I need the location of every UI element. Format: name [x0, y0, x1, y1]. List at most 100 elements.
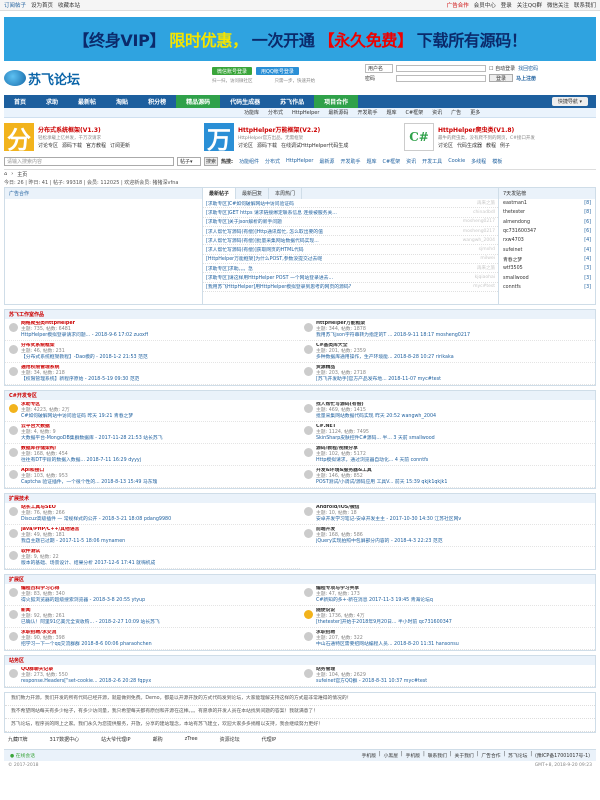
promo-link[interactable]: 源码下载	[257, 142, 277, 149]
forum-item[interactable]: 编程百科学习心得 主题: 83, 帖数: 340 得火狐浏览器的超级搜索浏览器 - …	[5, 584, 300, 606]
bottom-link[interactable]: 广告合作	[481, 752, 500, 759]
account-select[interactable]: 用户名	[365, 63, 393, 73]
section-title[interactable]: 扩展区	[5, 575, 595, 584]
forum-item[interactable]: 站长工具与SEO 主题: 76, 帖数: 266 Discuz高级插件 — 常规样式…	[5, 503, 300, 525]
promo-link[interactable]: 订阅更新	[110, 142, 130, 149]
forum-item[interactable]: 数据库存储架构/主题: 168, 帖数: 454 往往有DT字段的数据入数据...…	[5, 444, 300, 466]
forum-item[interactable]: HttpHelper万能框架 主题: 344, 帖数: 1878 我用苏飞json字…	[300, 319, 595, 341]
forgot-password-link[interactable]: 找回密码	[518, 65, 538, 72]
top-user-name[interactable]: qc731600347	[503, 229, 536, 234]
promo-link[interactable]: 讨论区	[438, 142, 453, 149]
auto-login-checkbox[interactable]: ☐ 自动登录	[489, 65, 515, 72]
forum-last-post[interactable]: jQuery实现拍照中包屏部分内容的 - 2018-4-3 22:23 范范	[316, 539, 443, 544]
promo-icon-1[interactable]: 万	[204, 123, 234, 154]
promo-icon-0[interactable]: 分	[4, 123, 34, 154]
post-author[interactable]: milwei	[451, 256, 495, 261]
top-user-name[interactable]: rxw4703	[503, 238, 524, 243]
forum-last-post[interactable]: 安卓开发学习笔记-安卓开发主主 - 2017-10-30 14:30 江苏社区网…	[316, 517, 461, 522]
site-logo[interactable]: 苏飞论坛	[4, 69, 80, 88]
top-user-name[interactable]: smallwood	[503, 276, 529, 281]
forum-item[interactable]: 通用权限管理系统 主题: 34, 帖数: 218 【权限管理系统】新程序原始 - 2…	[5, 363, 300, 385]
nav-item-5[interactable]: 精品源码	[176, 95, 221, 108]
top-link-0[interactable]: 订阅帖子	[4, 1, 26, 9]
bottom-link[interactable]: 关于我们	[455, 752, 474, 759]
forum-item[interactable]: 找人帮忙写源码(有偿) 主题: 469, 帖数: 1415 批量采集网站数据代码实现…	[300, 400, 595, 422]
section-title[interactable]: 苏飞工作室作品	[5, 310, 595, 319]
top-user-name[interactable]: 青春之梦	[503, 256, 522, 263]
forum-item[interactable]: C#.NET 主题: 1124, 帖数: 7495 SkinSharp皮肤控件C#源…	[300, 422, 595, 444]
friend-link[interactable]: 代理IP	[262, 736, 277, 743]
post-author[interactable]: mosheng0217	[451, 229, 495, 234]
promo-link[interactable]: 讨论区	[238, 142, 253, 149]
top-right-link-2[interactable]: 关注QQ群	[517, 1, 542, 9]
new-post-row[interactable]: [求人帮忙写源码(有偿)]批量采集网站数据代码实现... wangwh_2004	[203, 236, 498, 246]
top-user-name[interactable]: sufeinet	[503, 248, 522, 253]
bottom-link[interactable]: 手机版	[362, 752, 376, 759]
forum-last-post[interactable]: sufeinet官方QQ群 - 2018-8-31 10:37 myc#test	[316, 679, 427, 684]
top-user-name[interactable]: wtf3505	[503, 266, 523, 271]
new-post-row[interactable]: [HttpHelper万能框架]为什么POST,参数没提交过去呢 milwei	[203, 255, 498, 265]
new-post-row[interactable]: [求助专区]请这样用HttpHelper POST 一个网站登录进去... kjq…	[203, 273, 498, 283]
forum-item[interactable]: 开发&环境&服务器&工具 主题: 146, 帖数: 852 POST测试/小调试/源…	[300, 466, 595, 488]
forum-item[interactable]: QQ群聊天记录 主题: 273, 帖数: 550 response.Headers[…	[5, 665, 300, 687]
home-icon[interactable]: ⌂	[4, 171, 7, 177]
username-field[interactable]	[396, 64, 486, 72]
post-author[interactable]: myc#test	[451, 284, 495, 289]
promo-link[interactable]: 源码下载	[62, 142, 82, 149]
hot-search-6[interactable]: C#框架	[382, 158, 400, 165]
post-title[interactable]: [求助专区]C#如何破解网站中访问验证码	[206, 200, 451, 207]
hot-search-3[interactable]: 最新源	[319, 158, 334, 165]
forum-last-post[interactable]: 版本的基础、场景设计、结果分析 2017-12-6 17:41 就嗨机成	[21, 561, 155, 566]
top-link-2[interactable]: 收藏本站	[58, 1, 80, 9]
nav-item-6[interactable]: 代码生成器	[220, 97, 270, 106]
forum-last-post[interactable]: HttpHelper模拟登录请求问题... - 2018-9-6 17:02 z…	[21, 333, 148, 338]
bottom-link[interactable]: (豫ICP备17001017号-1)	[535, 752, 590, 759]
forum-last-post[interactable]: 招学习一下一个qq交流群群 2018-8-6 00:06 pharaohchen	[21, 642, 152, 647]
new-post-row[interactable]: [求助专区]GET https 请求链接绑定联系信息 连接被服务关... chin…	[203, 208, 498, 218]
friend-link[interactable]: 站大爷代理IP	[101, 736, 131, 743]
new-post-row[interactable]: [求助专区]求助。。。急 再来之旅	[203, 264, 498, 274]
promo-link[interactable]: 官方教程	[86, 142, 106, 149]
forum-last-post[interactable]: response.Headers["set-cookie... 2018-2-6…	[21, 679, 151, 684]
top-right-link-0[interactable]: 会员中心	[474, 1, 496, 9]
bottom-link[interactable]: 小黑屋	[384, 752, 398, 759]
forum-last-post[interactable]: Http模拟请求，通过浏览器自动化... 4 天前 conntfs	[316, 458, 428, 463]
new-post-row[interactable]: [我用苏飞HttpHelper]用HttpHelper模拟登录到思考的网页的源码…	[203, 283, 498, 292]
qq-login-button[interactable]: 用QQ帐号登录	[256, 67, 299, 75]
friend-link[interactable]: 邮购	[153, 736, 163, 743]
hot-search-2[interactable]: HttpHelper	[286, 158, 313, 165]
friend-link[interactable]: zTree	[185, 736, 198, 742]
friend-link[interactable]: 资源论坛	[220, 736, 240, 743]
post-author[interactable]: wangwh_2004	[451, 238, 495, 243]
promo-link[interactable]: 例子	[500, 142, 510, 149]
forum-item[interactable]: 求助专区 主题: 4223, 帖数: 2万 C#如何破解网站中访问验证码 昨天 19…	[5, 400, 300, 422]
post-author[interactable]: chinadbdl	[451, 210, 495, 215]
forum-item[interactable]: C#基类库大全 主题: 201, 帖数: 2359 多种数据库通用操作，生产环境能.…	[300, 341, 595, 363]
top-user-name[interactable]: thetester	[503, 210, 525, 215]
promo-title-2[interactable]: HttpHelper爬虫类(V1.8)	[438, 125, 535, 134]
post-title[interactable]: [我用苏飞HttpHelper]用HttpHelper模拟登录到思考的网页的源码…	[206, 283, 451, 290]
forum-last-post[interactable]: 大数据平台-MongoDB集群数据库 - 2017-11-28 21:53 站长…	[21, 436, 163, 441]
promo-title-1[interactable]: HttpHelper万能框架(V2.2)	[238, 125, 348, 134]
post-title[interactable]: [求人帮忙写源码(有偿)]批量采集网站数据代码实现...	[206, 237, 451, 244]
hot-search-0[interactable]: 功能组件	[239, 158, 259, 165]
online-chat-button[interactable]: ● 在线会话	[10, 752, 35, 759]
promo-link[interactable]: 讨论专区	[38, 142, 58, 149]
post-title[interactable]: [求助专区]GET https 请求链接绑定联系信息 连接被服务关...	[206, 209, 451, 216]
search-type-select[interactable]: 帖子 ▾	[177, 157, 201, 166]
forum-item[interactable]: 网络爬虫类HttpHelper 主题: 735, 帖数: 6481 HttpHelp…	[5, 319, 300, 341]
forum-last-post[interactable]: POST测试/小调试/源码应用 工具V... 前天 15:39 qkjk1qkj…	[316, 480, 447, 485]
forum-last-post[interactable]: SkinSharp皮肤控件C#源码... 半... 3 天前 smallwood	[316, 436, 435, 441]
post-title[interactable]: [求助专区]关于json解析的新手问题	[206, 218, 451, 225]
tab-2[interactable]: 本周热门	[269, 188, 303, 199]
subnav-item-8[interactable]: 广告	[451, 109, 461, 116]
top-right-link-1[interactable]: 登录	[501, 1, 512, 9]
forum-item[interactable]: Android/iOS/微信 主题: 10, 帖数: 18 安卓开发学习笔记-安卓开…	[300, 503, 595, 525]
forum-item[interactable]: 资源精品 主题: 203, 帖数: 2718 [苏飞开发助手]官方产品发布地... …	[300, 363, 595, 385]
forum-last-post[interactable]: C#如何破解网站中访问验证码 昨天 19:21 青春之梦	[21, 414, 133, 419]
login-button[interactable]: 登录	[489, 74, 514, 82]
subnav-item-4[interactable]: 开发助手	[357, 109, 377, 116]
tab-0[interactable]: 最新帖子	[203, 188, 237, 199]
forum-last-post[interactable]: 【权限管理系统】新程序原始 - 2018-5-19 09:30 范范	[21, 377, 139, 382]
subnav-item-5[interactable]: 题库	[386, 109, 396, 116]
